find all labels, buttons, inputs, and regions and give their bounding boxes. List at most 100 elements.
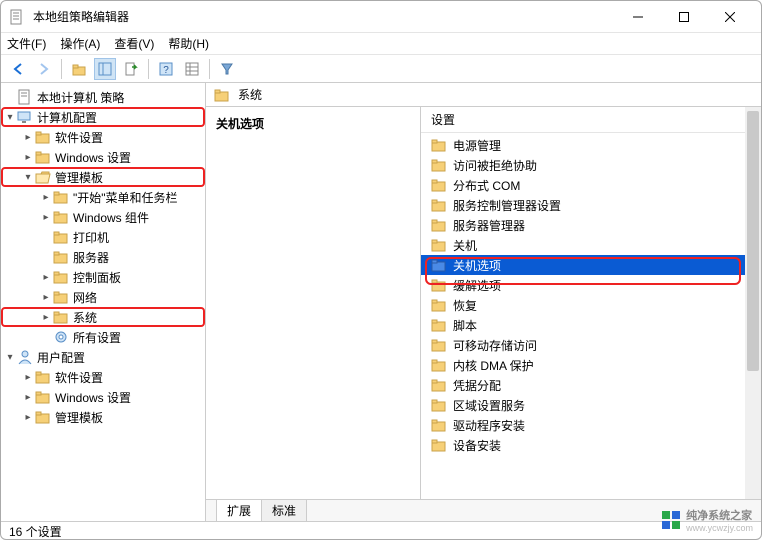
folder-icon xyxy=(431,317,447,333)
menu-action[interactable]: 操作(A) xyxy=(60,35,100,52)
properties-button[interactable]: ? xyxy=(155,58,177,80)
scrollbar[interactable] xyxy=(745,107,761,499)
toolbar-separator xyxy=(148,59,149,79)
tree-computer-config[interactable]: ▾ 计算机配置 xyxy=(1,107,205,127)
list-column-header[interactable]: 设置 xyxy=(421,107,761,133)
tab-standard[interactable]: 标准 xyxy=(261,499,307,521)
chevron-right-icon[interactable]: ▸ xyxy=(39,212,53,223)
tree-root[interactable]: 本地计算机 策略 xyxy=(1,87,205,107)
chevron-right-icon[interactable]: ▸ xyxy=(39,312,53,323)
list-item-label: 服务器管理器 xyxy=(453,217,525,234)
list-item[interactable]: 关机选项 xyxy=(421,255,761,275)
menu-file[interactable]: 文件(F) xyxy=(7,35,46,52)
chevron-right-icon[interactable]: ▸ xyxy=(21,392,35,403)
chevron-right-icon[interactable]: ▸ xyxy=(39,192,53,203)
tree-u-admin[interactable]: ▸ 管理模板 xyxy=(1,407,205,427)
folder-icon xyxy=(53,309,69,325)
chevron-right-icon[interactable]: ▸ xyxy=(21,132,35,143)
tab-extended[interactable]: 扩展 xyxy=(216,499,262,521)
chevron-right-icon[interactable]: ▸ xyxy=(21,412,35,423)
policy-icon xyxy=(17,89,33,105)
list-item[interactable]: 服务器管理器 xyxy=(421,215,761,235)
tree-control-panel[interactable]: ▸ 控制面板 xyxy=(1,267,205,287)
chevron-down-icon[interactable]: ▾ xyxy=(21,172,35,183)
tree-software-settings[interactable]: ▸ 软件设置 xyxy=(1,127,205,147)
tree-label: 管理模板 xyxy=(55,169,103,186)
chevron-right-icon[interactable]: ▸ xyxy=(39,292,53,303)
menu-help[interactable]: 帮助(H) xyxy=(168,35,209,52)
up-button[interactable] xyxy=(68,58,90,80)
tree-windows-components[interactable]: ▸ Windows 组件 xyxy=(1,207,205,227)
show-hide-tree-button[interactable] xyxy=(94,58,116,80)
folder-icon xyxy=(431,137,447,153)
toolbar-separator xyxy=(209,59,210,79)
tree-network[interactable]: ▸ 网络 xyxy=(1,287,205,307)
folder-icon xyxy=(431,277,447,293)
list-item[interactable]: 分布式 COM xyxy=(421,175,761,195)
list-item[interactable]: 访问被拒绝协助 xyxy=(421,155,761,175)
chevron-right-icon[interactable]: ▸ xyxy=(21,152,35,163)
list-item[interactable]: 脚本 xyxy=(421,315,761,335)
app-icon xyxy=(9,9,25,25)
tree-printers[interactable]: 打印机 xyxy=(1,227,205,247)
list-item[interactable]: 缓解选项 xyxy=(421,275,761,295)
list-pane[interactable]: 设置 电源管理访问被拒绝协助分布式 COM服务控制管理器设置服务器管理器关机关机… xyxy=(421,107,761,499)
list-item[interactable]: 凭据分配 xyxy=(421,375,761,395)
computer-icon xyxy=(17,109,33,125)
list-item[interactable]: 区域设置服务 xyxy=(421,395,761,415)
selected-item-heading: 关机选项 xyxy=(216,115,410,132)
maximize-button[interactable] xyxy=(661,1,707,33)
list-item[interactable]: 电源管理 xyxy=(421,135,761,155)
chevron-right-icon[interactable]: ▸ xyxy=(21,372,35,383)
tree-label: 服务器 xyxy=(73,249,109,266)
statusbar: 16 个设置 xyxy=(1,521,761,541)
tree-admin-templates[interactable]: ▾ 管理模板 xyxy=(1,167,205,187)
tree-start-taskbar[interactable]: ▸ "开始"菜单和任务栏 xyxy=(1,187,205,207)
list-item-label: 设备安装 xyxy=(453,437,501,454)
list-detail-button[interactable] xyxy=(181,58,203,80)
menu-view[interactable]: 查看(V) xyxy=(114,35,154,52)
chevron-down-icon[interactable]: ▾ xyxy=(3,112,17,123)
folder-icon xyxy=(431,397,447,413)
tree-pane[interactable]: 本地计算机 策略 ▾ 计算机配置 ▸ 软件设置 ▸ Windows 设置 ▾ 管… xyxy=(1,83,206,521)
tree-u-windows[interactable]: ▸ Windows 设置 xyxy=(1,387,205,407)
chevron-down-icon[interactable]: ▾ xyxy=(3,352,17,363)
tree-servers[interactable]: 服务器 xyxy=(1,247,205,267)
folder-open-icon xyxy=(35,169,51,185)
list-item[interactable]: 恢复 xyxy=(421,295,761,315)
list-item[interactable]: 驱动程序安装 xyxy=(421,415,761,435)
filter-button[interactable] xyxy=(216,58,238,80)
list-item-label: 缓解选项 xyxy=(453,277,501,294)
svg-text:?: ? xyxy=(163,65,169,76)
folder-icon xyxy=(35,369,51,385)
folder-icon xyxy=(431,197,447,213)
tree-label: 打印机 xyxy=(73,229,109,246)
back-button[interactable] xyxy=(7,58,29,80)
list-item-label: 内核 DMA 保护 xyxy=(453,357,534,374)
list-wrap: 关机选项 设置 电源管理访问被拒绝协助分布式 COM服务控制管理器设置服务器管理… xyxy=(206,107,761,499)
list-item-label: 关机 xyxy=(453,237,477,254)
folder-icon xyxy=(53,289,69,305)
tree-u-software[interactable]: ▸ 软件设置 xyxy=(1,367,205,387)
list-item[interactable]: 内核 DMA 保护 xyxy=(421,355,761,375)
list-item[interactable]: 关机 xyxy=(421,235,761,255)
folder-icon xyxy=(35,389,51,405)
forward-button[interactable] xyxy=(33,58,55,80)
tree-all-settings[interactable]: 所有设置 xyxy=(1,327,205,347)
tree-user-config[interactable]: ▾ 用户配置 xyxy=(1,347,205,367)
list-item[interactable]: 可移动存储访问 xyxy=(421,335,761,355)
tree-system[interactable]: ▸ 系统 xyxy=(1,307,205,327)
close-button[interactable] xyxy=(707,1,753,33)
window-title: 本地组策略编辑器 xyxy=(33,8,615,25)
minimize-button[interactable] xyxy=(615,1,661,33)
folder-icon xyxy=(431,237,447,253)
list-item[interactable]: 服务控制管理器设置 xyxy=(421,195,761,215)
chevron-right-icon[interactable]: ▸ xyxy=(39,272,53,283)
scrollbar-thumb[interactable] xyxy=(747,111,759,371)
export-button[interactable] xyxy=(120,58,142,80)
tree-windows-settings[interactable]: ▸ Windows 设置 xyxy=(1,147,205,167)
list-item[interactable]: 设备安装 xyxy=(421,435,761,455)
tree-label: 控制面板 xyxy=(73,269,121,286)
breadcrumb: 系统 xyxy=(206,83,761,107)
titlebar: 本地组策略编辑器 xyxy=(1,1,761,33)
